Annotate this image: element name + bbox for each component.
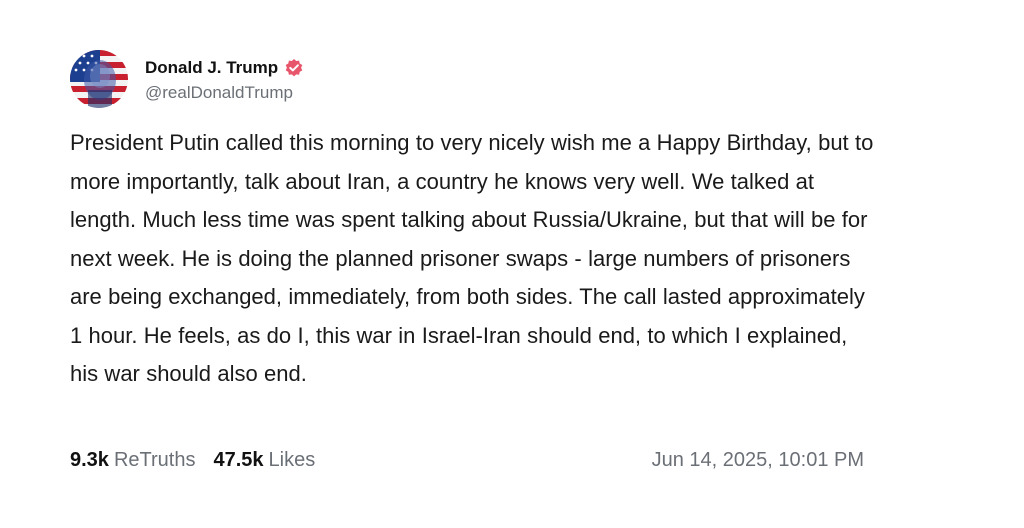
author-info: Donald J. Trump @realDonaldTrump (145, 56, 304, 103)
likes-label: Likes (268, 448, 316, 471)
author-display-name[interactable]: Donald J. Trump (145, 58, 278, 78)
truth-post: Donald J. Trump @realDonaldTrump Preside… (70, 48, 890, 394)
retruths-label: ReTruths (113, 448, 196, 471)
likes-stat[interactable]: 47.5k Likes (213, 449, 315, 472)
post-text: President Putin called this morning to v… (70, 130, 874, 386)
likes-count: 47.5k (213, 448, 264, 471)
verified-badge-icon (284, 58, 304, 78)
retruths-count: 9.3k (70, 448, 109, 471)
post-header: Donald J. Trump @realDonaldTrump (70, 48, 890, 110)
retruths-stat[interactable]: 9.3k ReTruths (70, 449, 195, 472)
avatar[interactable] (70, 50, 128, 108)
avatar-image (70, 50, 128, 108)
author-handle[interactable]: @realDonaldTrump (145, 83, 304, 103)
name-row: Donald J. Trump (145, 56, 304, 80)
post-timestamp[interactable]: Jun 14, 2025, 10:01 PM (652, 449, 864, 472)
post-footer: 9.3k ReTruths 47.5k Likes Jun 14, 2025, … (70, 446, 864, 474)
